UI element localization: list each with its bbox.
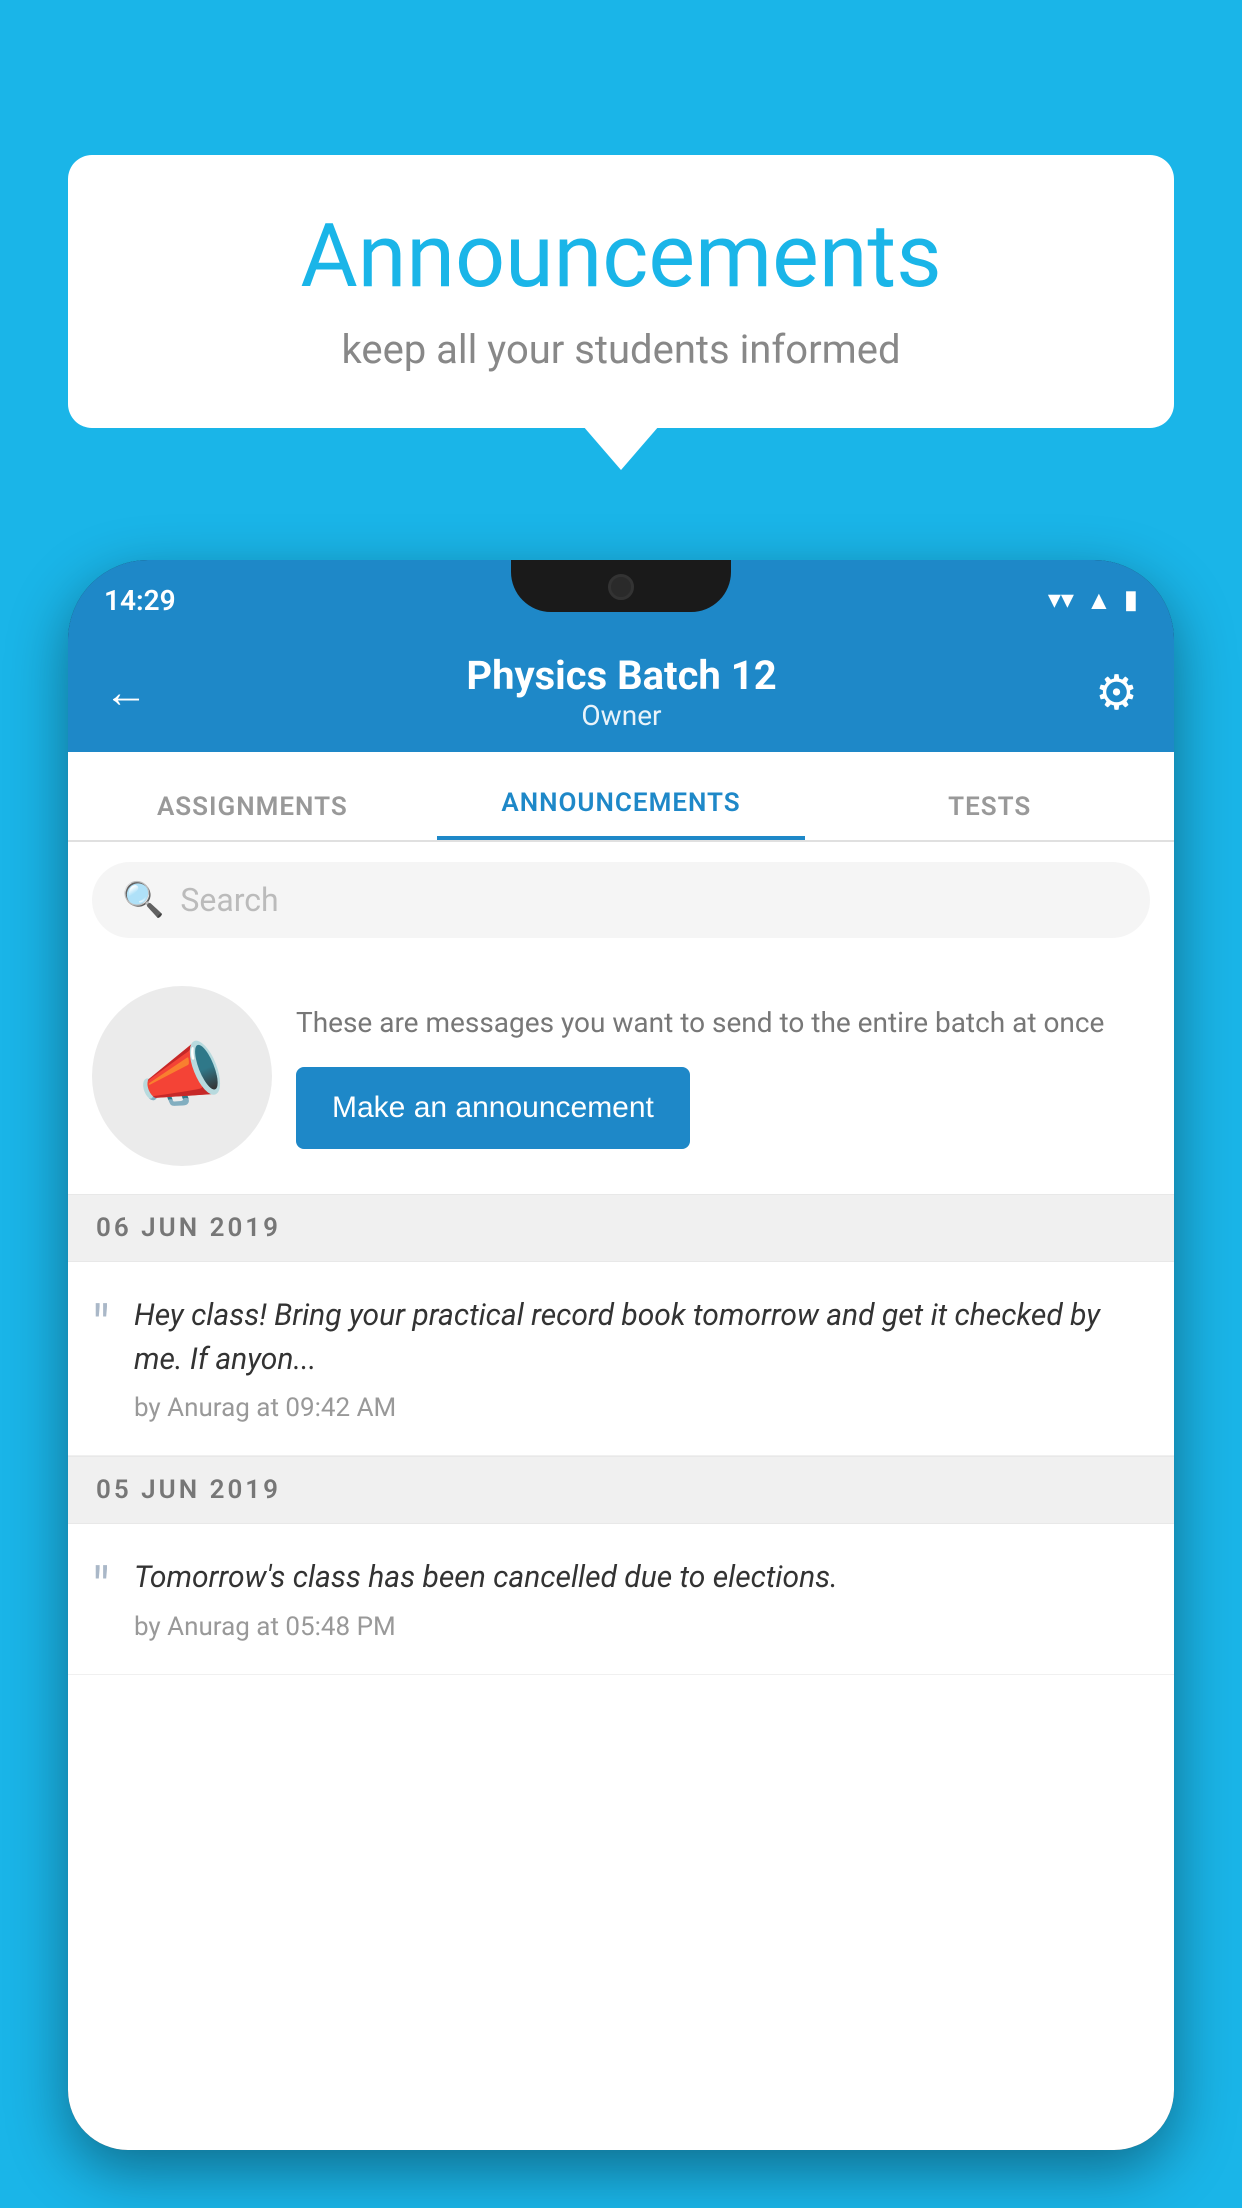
promo-card: 📣 These are messages you want to send to… bbox=[68, 958, 1174, 1194]
status-time: 14:29 bbox=[104, 584, 176, 617]
settings-button[interactable]: ⚙ bbox=[1095, 664, 1138, 721]
back-button[interactable]: ← bbox=[104, 666, 148, 718]
quote-icon-1: " bbox=[92, 1298, 110, 1354]
search-icon: 🔍 bbox=[122, 880, 164, 920]
front-camera bbox=[608, 574, 634, 600]
bubble-subtitle: keep all your students informed bbox=[128, 326, 1114, 373]
header-center: Physics Batch 12 Owner bbox=[466, 652, 776, 732]
search-placeholder: Search bbox=[180, 881, 278, 919]
quote-icon-2: " bbox=[92, 1560, 110, 1616]
megaphone-icon: 📣 bbox=[138, 1035, 225, 1117]
app-header: ← Physics Batch 12 Owner ⚙ bbox=[68, 632, 1174, 752]
announcement-text-1: Hey class! Bring your practical record b… bbox=[134, 1294, 1150, 1381]
announcement-item-2: " Tomorrow's class has been cancelled du… bbox=[68, 1524, 1174, 1675]
header-subtitle: Owner bbox=[466, 699, 776, 732]
date-divider-1: 06 JUN 2019 bbox=[68, 1194, 1174, 1262]
bubble-title: Announcements bbox=[128, 205, 1114, 308]
promo-description: These are messages you want to send to t… bbox=[296, 1003, 1150, 1042]
tabs-bar: ASSIGNMENTS ANNOUNCEMENTS TESTS bbox=[68, 752, 1174, 842]
announcement-text-2: Tomorrow's class has been cancelled due … bbox=[134, 1556, 1150, 1600]
search-bar[interactable]: 🔍 Search bbox=[92, 862, 1150, 938]
signal-icon: ▲ bbox=[1086, 585, 1112, 616]
wifi-icon: ▾▾ bbox=[1048, 585, 1074, 615]
phone-container: 14:29 ▾▾ ▲ ▮ ← Physics Batch 12 Owner ⚙ … bbox=[68, 560, 1174, 2208]
tab-tests[interactable]: TESTS bbox=[805, 792, 1174, 840]
tab-announcements[interactable]: ANNOUNCEMENTS bbox=[437, 788, 806, 840]
make-announcement-button[interactable]: Make an announcement bbox=[296, 1067, 690, 1149]
announcement-content-1: Hey class! Bring your practical record b… bbox=[134, 1294, 1150, 1423]
tab-assignments[interactable]: ASSIGNMENTS bbox=[68, 792, 437, 840]
announcement-item-1: " Hey class! Bring your practical record… bbox=[68, 1262, 1174, 1456]
content-area: 🔍 Search 📣 These are messages you want t… bbox=[68, 842, 1174, 2150]
speech-bubble: Announcements keep all your students inf… bbox=[68, 155, 1174, 428]
phone-frame: 14:29 ▾▾ ▲ ▮ ← Physics Batch 12 Owner ⚙ … bbox=[68, 560, 1174, 2150]
promo-right: These are messages you want to send to t… bbox=[296, 1003, 1150, 1148]
phone-notch bbox=[511, 560, 731, 612]
speech-bubble-section: Announcements keep all your students inf… bbox=[68, 155, 1174, 428]
header-title: Physics Batch 12 bbox=[466, 652, 776, 699]
date-divider-2: 05 JUN 2019 bbox=[68, 1456, 1174, 1524]
promo-icon-circle: 📣 bbox=[92, 986, 272, 1166]
announcement-meta-1: by Anurag at 09:42 AM bbox=[134, 1393, 1150, 1423]
announcement-meta-2: by Anurag at 05:48 PM bbox=[134, 1612, 1150, 1642]
status-icons: ▾▾ ▲ ▮ bbox=[1048, 585, 1138, 616]
battery-icon: ▮ bbox=[1124, 585, 1138, 615]
announcement-content-2: Tomorrow's class has been cancelled due … bbox=[134, 1556, 1150, 1642]
